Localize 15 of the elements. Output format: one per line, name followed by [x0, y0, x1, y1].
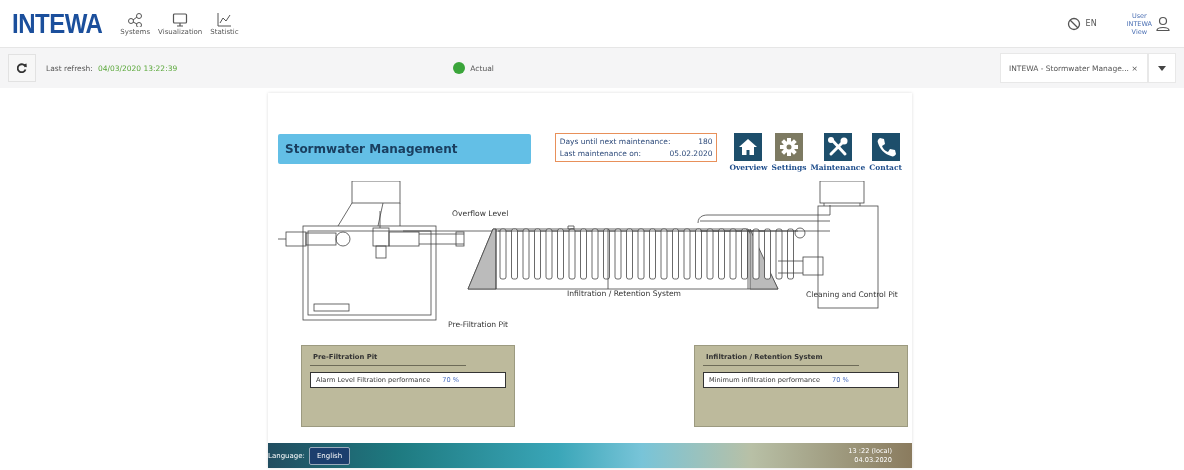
monitor-icon [172, 11, 189, 27]
share-icon [127, 11, 144, 27]
dropdown-button[interactable] [1148, 53, 1176, 83]
tools-icon [823, 133, 852, 161]
settings-icon [774, 133, 803, 161]
language-button[interactable]: EN [1060, 15, 1103, 32]
panel-title: Stormwater Management [278, 134, 531, 164]
phone-icon [871, 133, 900, 161]
intewa-logo: INTEWA [12, 7, 103, 40]
refresh-button[interactable] [8, 54, 36, 82]
chart-icon [216, 11, 233, 27]
home-icon [734, 133, 763, 161]
user-icon[interactable] [1156, 16, 1170, 31]
refresh-icon [17, 63, 27, 73]
caret-icon [1158, 65, 1166, 71]
